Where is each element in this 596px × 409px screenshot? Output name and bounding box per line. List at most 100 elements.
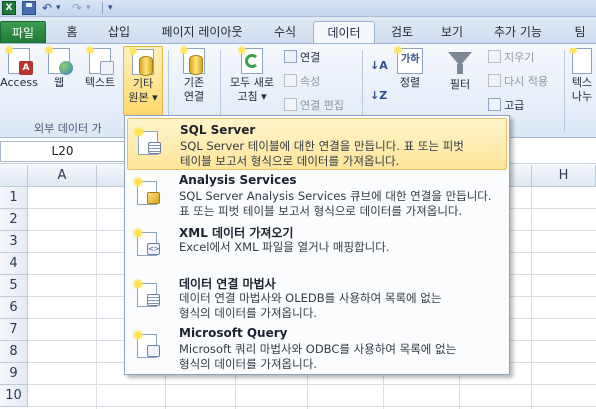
menu-item-data-connection-wizard[interactable]: 데이터 연결 마법사 데이터 연결 마법사와 OLEDB를 사용하여 목록에 없… <box>127 271 507 323</box>
refresh-all-label: 모두 새로 <box>230 76 274 89</box>
column-header-h[interactable]: H <box>532 165 596 187</box>
tab-data[interactable]: 데이터 <box>313 21 375 44</box>
link-icon <box>284 98 297 111</box>
reapply-icon <box>488 74 501 87</box>
advanced-filter-icon <box>488 98 501 111</box>
undo-dropdown-icon[interactable]: ▾ <box>56 0 61 16</box>
sql-server-icon <box>133 126 161 155</box>
tab-file[interactable]: 파일 <box>0 21 46 44</box>
data-connection-wizard-icon <box>132 278 160 307</box>
advanced-filter-button[interactable]: 고급 <box>488 98 524 114</box>
excel-app-icon[interactable]: X <box>2 1 16 15</box>
connections-button[interactable]: 연결 <box>284 50 320 66</box>
filter-button[interactable]: 필터 <box>440 48 480 92</box>
menu-item-description: SQL Server Analysis Services 큐브에 대한 연결을 … <box>179 189 492 218</box>
other-sources-button[interactable]: 기타 원본 ▾ <box>123 46 163 116</box>
customize-toolbar-icon[interactable]: ▾ <box>108 0 113 16</box>
connections-icon <box>284 50 297 63</box>
divider <box>564 50 565 132</box>
menu-item-description: Microsoft 쿼리 마법사와 ODBC를 사용하여 목록에 없는 형식의 … <box>179 342 457 371</box>
refresh-all-button[interactable]: 모두 새로 고침 ▾ <box>224 45 280 104</box>
sort-button[interactable]: 가하 정렬 <box>393 45 426 90</box>
quick-access-toolbar: X ↶ ▾ ↷ ▾ ▾ <box>0 0 596 17</box>
row-header-6[interactable]: 6 <box>0 297 28 319</box>
refresh-all-label-2: 고침 ▾ <box>237 90 267 103</box>
other-sources-dropdown-menu: SQL Server SQL Server 테이블에 대한 연결을 만듭니다. … <box>124 115 510 375</box>
sort-descending-icon[interactable]: ↓Z <box>370 88 387 104</box>
row-header-2[interactable]: 2 <box>0 209 28 231</box>
menu-item-description: SQL Server 테이블에 대한 연결을 만듭니다. 표 또는 피벗 테이블… <box>180 139 464 168</box>
divider <box>102 2 103 14</box>
row-header-4[interactable]: 4 <box>0 253 28 275</box>
row-header-7[interactable]: 7 <box>0 319 28 341</box>
database-icon <box>139 56 153 76</box>
menu-item-analysis-services[interactable]: Analysis Services SQL Server Analysis Se… <box>127 169 507 221</box>
reapply-button[interactable]: 다시 적용 <box>488 74 548 90</box>
redo-icon[interactable]: ↷ <box>72 0 82 16</box>
existing-connections-label-2: 연결 <box>183 90 205 103</box>
menu-item-xml-import[interactable]: <> XML 데이터 가져오기 Excel에서 XML 파일을 열거나 매핑합니… <box>127 220 507 272</box>
xml-import-icon: <> <box>132 227 160 256</box>
clear-filter-button[interactable]: 지우기 <box>488 50 534 66</box>
text-label: 텍스트 <box>84 76 116 89</box>
web-button[interactable]: 웹 <box>44 45 74 90</box>
properties-button[interactable]: 속성 <box>284 74 320 90</box>
tab-insert[interactable]: 삽입 <box>100 21 138 44</box>
access-button[interactable]: A Access <box>0 45 38 90</box>
refresh-icon <box>237 45 263 74</box>
menu-item-title: SQL Server <box>180 123 256 137</box>
row-header-1[interactable]: 1 <box>0 187 28 209</box>
text-to-columns-button[interactable]: 텍스 나누 <box>568 48 596 104</box>
clear-filter-icon <box>488 50 501 63</box>
sort-ascending-icon[interactable]: ↓A <box>370 58 388 74</box>
name-box[interactable]: L20 <box>0 141 125 162</box>
column-header-a[interactable]: A <box>28 165 97 187</box>
menu-item-microsoft-query[interactable]: Microsoft Query Microsoft 쿼리 마법사와 ODBC를 … <box>127 322 507 374</box>
other-sources-icon <box>128 46 154 76</box>
text-button[interactable]: 텍스트 <box>80 45 120 90</box>
row-header-10[interactable]: 10 <box>0 385 28 407</box>
save-icon[interactable] <box>22 1 36 15</box>
menu-item-title: Microsoft Query <box>179 326 288 340</box>
tab-review[interactable]: 검토 <box>384 21 420 44</box>
tab-team[interactable]: 팀 <box>568 21 592 44</box>
row-header-5[interactable]: 5 <box>0 275 28 297</box>
microsoft-query-icon <box>132 329 160 358</box>
edit-links-button[interactable]: 연결 편집 <box>284 98 344 114</box>
database-icon <box>189 55 203 75</box>
undo-icon[interactable]: ↶ <box>42 0 52 16</box>
menu-item-description: Excel에서 XML 파일을 열거나 매핑합니다. <box>179 240 390 254</box>
gridline <box>531 187 532 409</box>
tab-home[interactable]: 홈 <box>58 21 86 44</box>
text-to-columns-label-2: 나누 <box>571 90 593 103</box>
text-file-icon <box>85 45 114 75</box>
menu-item-title: 데이터 연결 마법사 <box>179 277 276 291</box>
menu-item-title: Analysis Services <box>179 173 297 187</box>
filter-funnel-icon <box>446 48 474 76</box>
menu-item-description: 데이터 연결 마법사와 OLEDB를 사용하여 목록에 없는 형식의 데이터를 … <box>179 291 442 320</box>
text-to-columns-label: 텍스 <box>571 76 593 89</box>
tab-page-layout[interactable]: 페이지 레이아웃 <box>152 21 252 44</box>
redo-dropdown-icon[interactable]: ▾ <box>86 0 91 16</box>
menu-item-title: XML 데이터 가져오기 <box>179 226 294 240</box>
text-to-columns-icon <box>568 48 592 74</box>
row-header-3[interactable]: 3 <box>0 231 28 253</box>
gridline <box>28 384 596 385</box>
row-header-8[interactable]: 8 <box>0 341 28 363</box>
sort-label: 정렬 <box>399 76 421 89</box>
web-icon <box>44 45 73 75</box>
row-header-9[interactable]: 9 <box>0 363 28 385</box>
ribbon-tab-bar: 파일 홈 삽입 페이지 레이아웃 수식 데이터 검토 보기 추가 기능 팀 <box>0 17 596 44</box>
existing-connections-button[interactable]: 기존 연결 <box>174 45 214 104</box>
existing-connections-icon <box>179 45 205 75</box>
access-icon: A <box>4 45 33 75</box>
group-label-external-data: 외부 데이터 가 <box>34 122 102 135</box>
tab-add-ins[interactable]: 추가 기능 <box>486 21 550 44</box>
filter-label: 필터 <box>449 78 471 91</box>
menu-item-sql-server[interactable]: SQL Server SQL Server 테이블에 대한 연결을 만듭니다. … <box>127 118 507 170</box>
select-all-corner[interactable] <box>0 165 28 187</box>
tab-view[interactable]: 보기 <box>434 21 470 44</box>
tab-formulas[interactable]: 수식 <box>266 21 304 44</box>
access-label: Access <box>0 76 38 89</box>
properties-icon <box>284 74 297 87</box>
